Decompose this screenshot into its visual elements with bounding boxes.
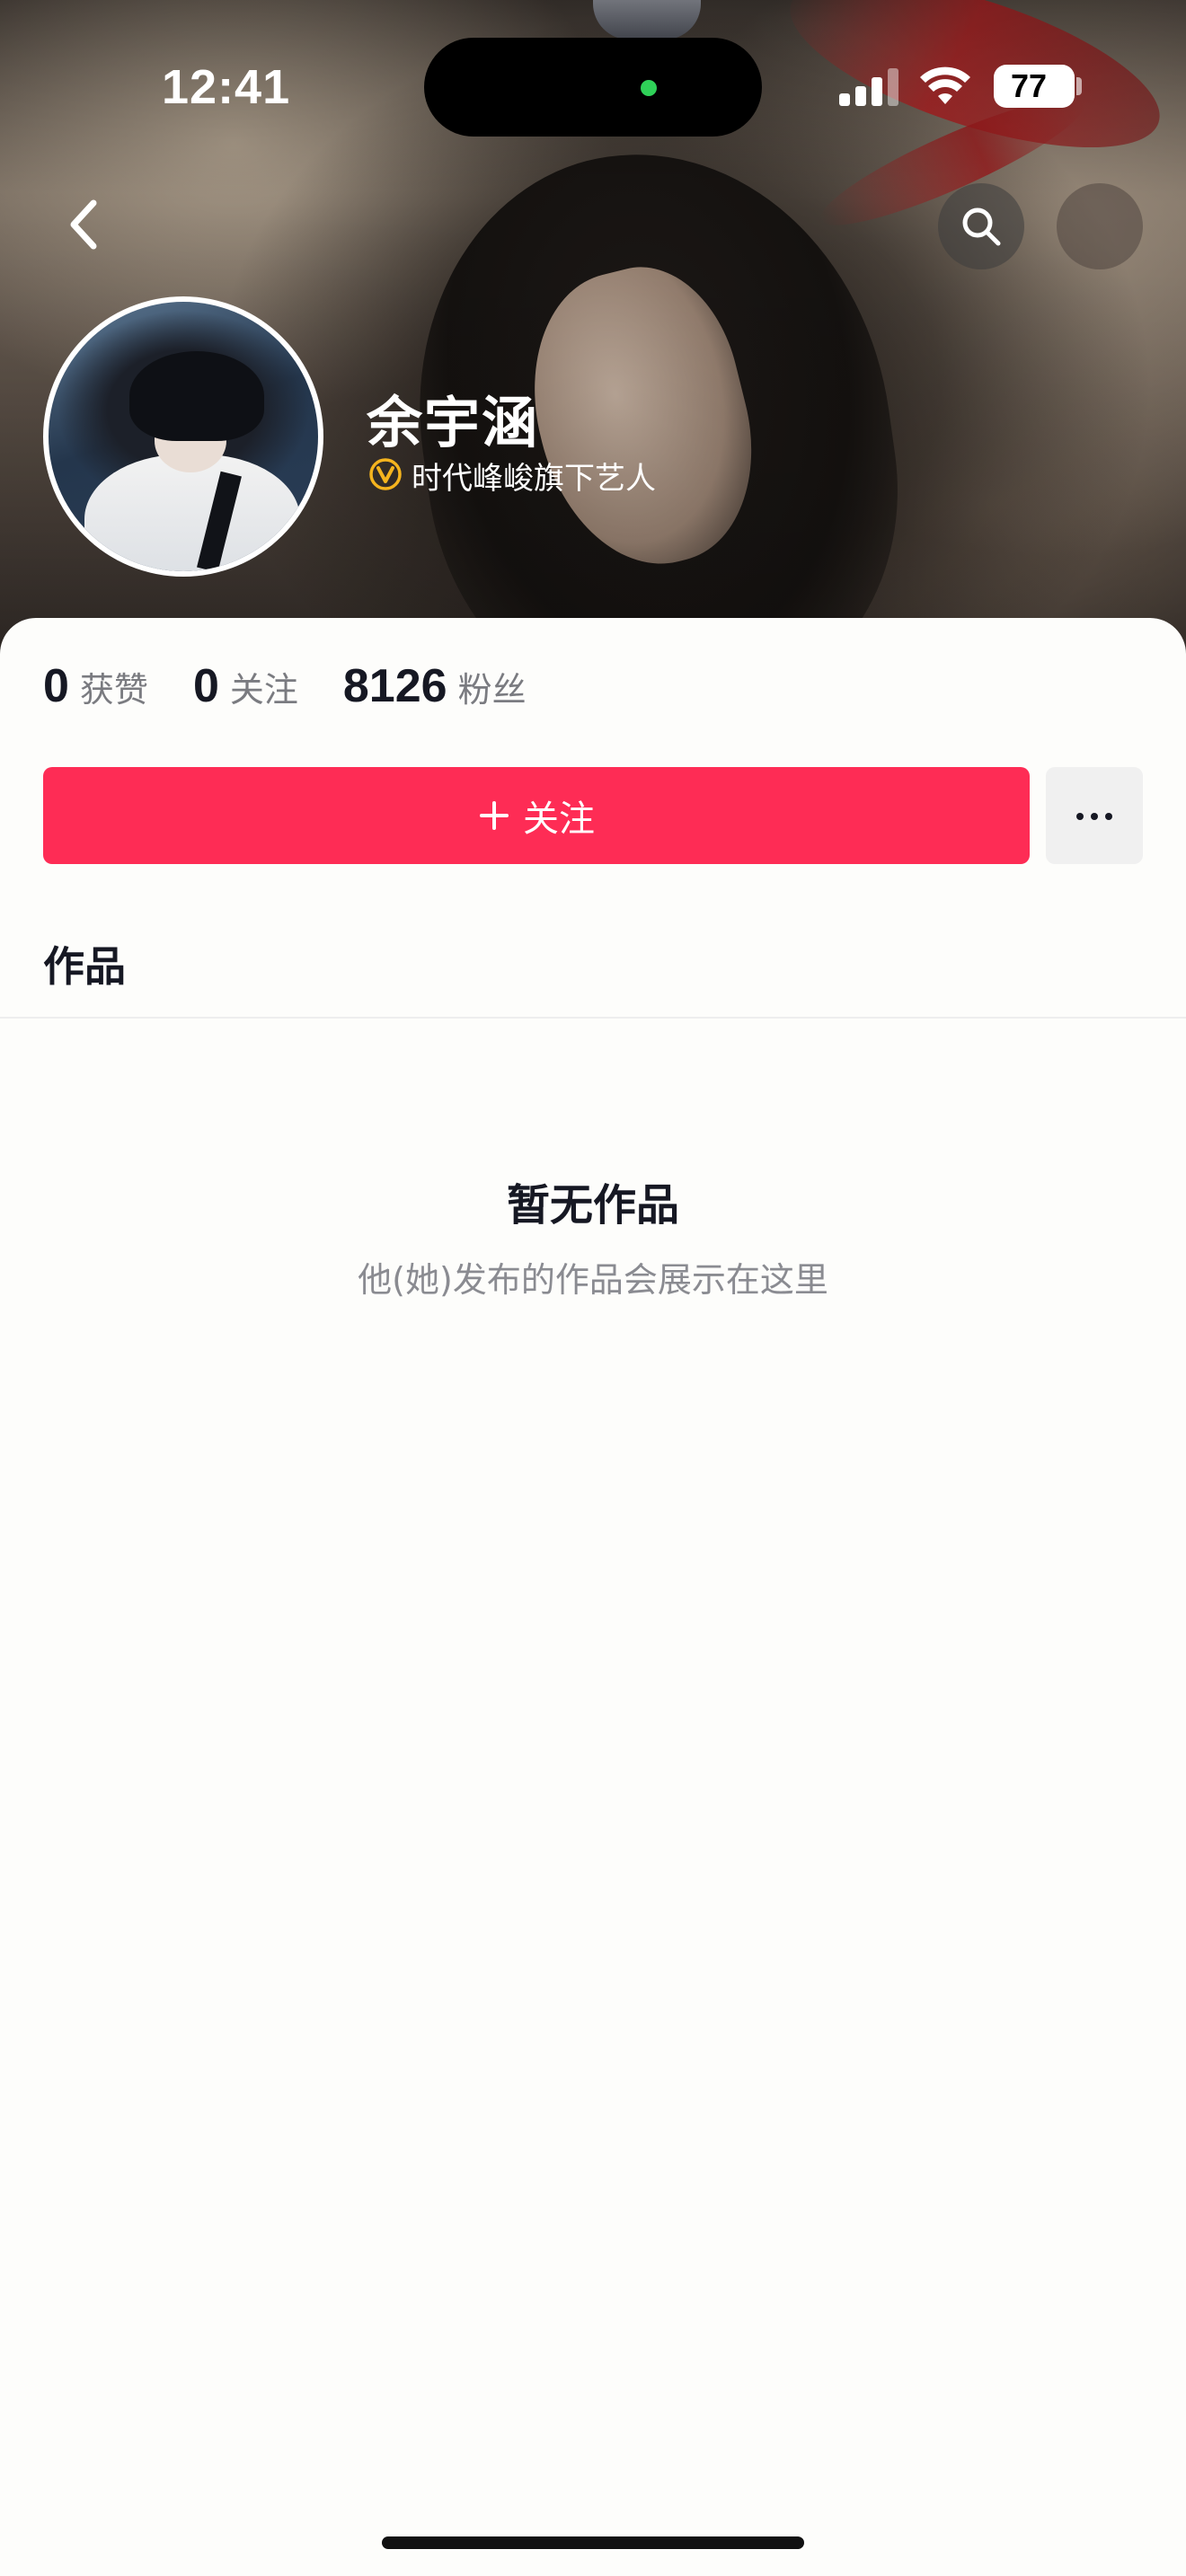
stat-value: 8126: [342, 660, 447, 712]
plus-icon: [478, 799, 510, 832]
more-options-button[interactable]: [1046, 767, 1143, 864]
battery-cap: [1076, 77, 1082, 95]
tab-works[interactable]: 作品: [43, 934, 126, 993]
empty-state-subtitle: 他(她)发布的作品会展示在这里: [358, 1260, 828, 1300]
avatar-hair: [129, 351, 264, 441]
search-icon: [962, 207, 1001, 246]
empty-state-title: 暂无作品: [506, 1180, 679, 1231]
stat-label: 获赞: [79, 670, 148, 710]
profile-content-panel: [0, 618, 1186, 2576]
stat-following[interactable]: 0 关注: [193, 659, 298, 713]
dynamic-island: [424, 38, 762, 137]
stat-label: 粉丝: [457, 670, 527, 710]
home-indicator[interactable]: [382, 2536, 804, 2549]
stat-value: 0: [43, 660, 69, 712]
more-dots-icon: [1091, 813, 1098, 820]
back-button[interactable]: [54, 189, 117, 260]
camera-in-use-indicator: [641, 80, 657, 96]
chevron-left-icon: [70, 199, 97, 250]
avatar[interactable]: [43, 296, 323, 577]
verification-label: 时代峰峻旗下艺人: [412, 461, 656, 497]
stat-followers[interactable]: 8126 粉丝: [343, 659, 527, 713]
stat-likes[interactable]: 0 获赞: [43, 659, 148, 713]
more-dots-icon: [1076, 813, 1084, 820]
avatar-photo: [49, 302, 318, 571]
more-dots-icon: [1105, 813, 1112, 820]
battery-icon: 77: [994, 65, 1075, 108]
status-time: 12:41: [162, 60, 291, 114]
cellular-signal-icon: [839, 68, 898, 106]
search-button[interactable]: [938, 183, 1024, 269]
top-more-button[interactable]: [1057, 183, 1143, 269]
tab-divider: [0, 1017, 1186, 1019]
follow-button[interactable]: 关注: [43, 767, 1030, 864]
profile-name: 余宇涵: [367, 390, 540, 455]
stat-label: 关注: [229, 670, 298, 710]
verified-v-badge-icon: [369, 458, 402, 490]
profile-stats: 0 获赞 0 关注 8126 粉丝: [43, 659, 571, 717]
follow-button-label: 关注: [523, 798, 595, 840]
stat-value: 0: [192, 660, 219, 712]
battery-level: 77: [1010, 67, 1048, 104]
wifi-icon: [920, 66, 970, 104]
